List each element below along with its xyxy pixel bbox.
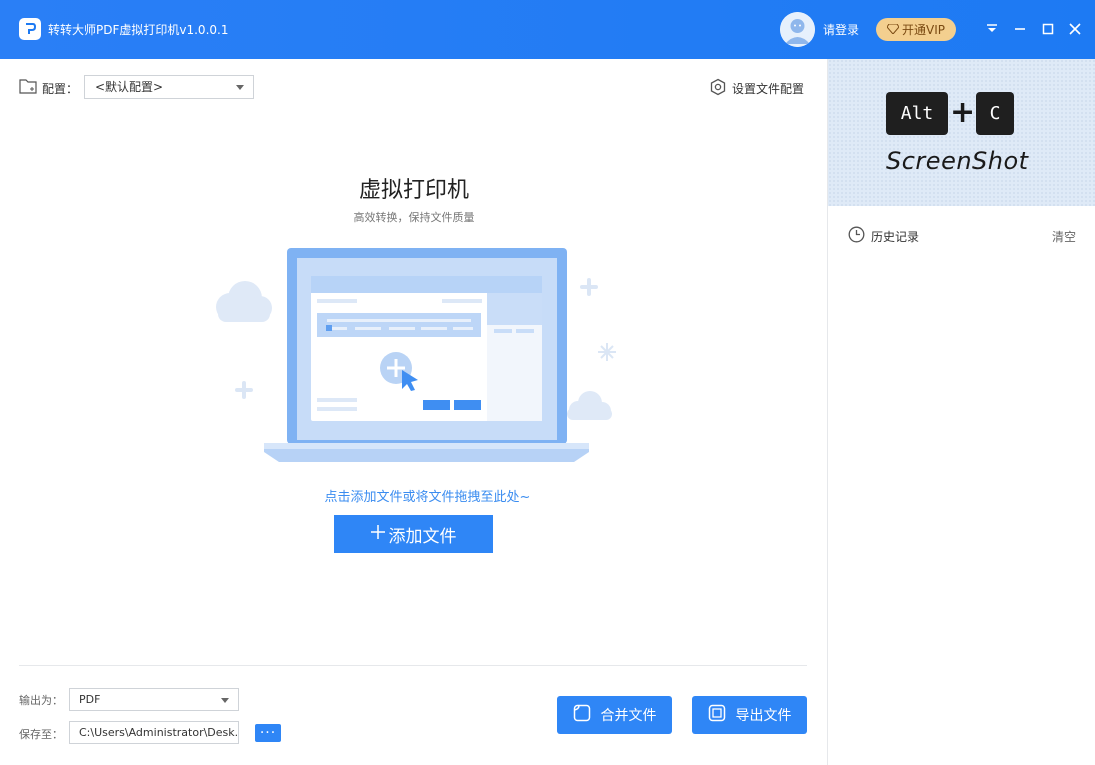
clear-history-button[interactable]: 清空 — [1052, 228, 1076, 245]
minimize-icon[interactable] — [1009, 18, 1031, 40]
close-icon[interactable] — [1064, 18, 1086, 40]
folder-icon — [19, 78, 37, 98]
avatar[interactable] — [780, 12, 815, 47]
menu-dropdown-icon[interactable] — [981, 18, 1003, 40]
config-selected-value: <默认配置> — [95, 80, 164, 94]
output-format-label: 输出为： — [19, 694, 63, 707]
merge-files-button[interactable]: 合并文件 — [557, 696, 672, 734]
export-files-label: 导出文件 — [735, 708, 792, 724]
merge-files-label: 合并文件 — [600, 708, 657, 724]
laptop-illustration[interactable] — [200, 240, 630, 474]
title-bar: 转转大师PDF虚拟打印机v1.0.0.1 请登录 开通VIP — [0, 0, 1095, 59]
diamond-icon — [886, 23, 900, 37]
merge-icon — [573, 704, 591, 726]
right-panel: Alt + C ScreenShot 历史记录 清空 — [827, 59, 1095, 765]
maximize-icon[interactable] — [1037, 18, 1059, 40]
settings-config-label: 设置文件配置 — [732, 82, 805, 96]
login-link[interactable]: 请登录 — [823, 21, 859, 38]
app-title: 转转大师PDF虚拟打印机v1.0.0.1 — [48, 23, 229, 37]
history-label: 历史记录 — [871, 229, 920, 244]
config-select[interactable]: <默认配置> — [84, 75, 254, 99]
history-header: 历史记录 清空 — [848, 226, 1076, 246]
browse-button[interactable]: ··· — [255, 724, 281, 742]
divider — [19, 665, 807, 666]
page-subtitle: 高效转换，保持文件质量 — [353, 211, 475, 224]
save-path-value: C:\Users\Administrator\Desk... — [79, 726, 239, 739]
output-format-value: PDF — [79, 693, 101, 706]
export-icon — [708, 704, 726, 726]
chevron-down-icon — [236, 85, 244, 90]
output-format-select[interactable]: PDF — [69, 688, 239, 711]
app-logo-icon — [19, 18, 41, 40]
add-file-button[interactable]: 添加文件 — [334, 515, 493, 553]
plus-sign: + — [950, 95, 976, 130]
alt-key: Alt — [886, 92, 948, 135]
settings-config-button[interactable]: 设置文件配置 — [709, 78, 804, 99]
screenshot-text: ScreenShot — [886, 147, 1029, 175]
vip-label: 开通VIP — [902, 23, 945, 37]
screenshot-promo-banner[interactable]: Alt + C ScreenShot — [828, 59, 1095, 206]
save-path-label: 保存至： — [19, 728, 63, 741]
plus-icon — [370, 524, 385, 544]
page-title: 虚拟打印机 — [358, 178, 469, 203]
c-key: C — [976, 92, 1014, 135]
vip-button[interactable]: 开通VIP — [876, 18, 956, 41]
config-label: 配置： — [42, 82, 79, 96]
gear-icon — [709, 78, 727, 99]
chevron-down-icon — [221, 698, 229, 703]
add-file-label: 添加文件 — [388, 526, 457, 547]
drop-hint: 点击添加文件或将文件拖拽至此处~ — [324, 490, 531, 505]
save-path-field[interactable]: C:\Users\Administrator\Desk... — [69, 721, 239, 744]
export-files-button[interactable]: 导出文件 — [692, 696, 807, 734]
clock-icon — [848, 226, 865, 246]
